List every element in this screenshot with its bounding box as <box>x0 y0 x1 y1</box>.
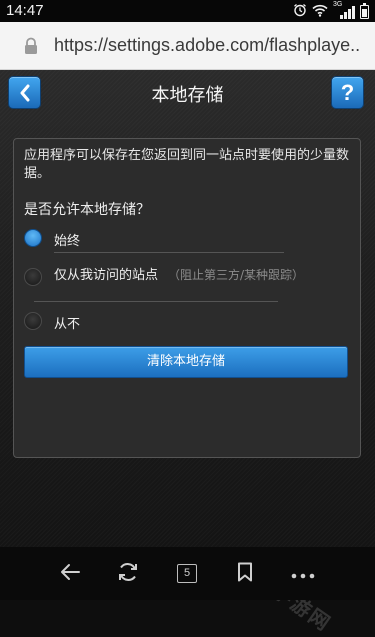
radio-visited-sites[interactable] <box>24 268 42 286</box>
clock: 14:47 <box>6 2 44 19</box>
option-always-label: 始终 <box>54 234 81 249</box>
browser-toolbar: 5 <box>0 547 375 600</box>
back-arrow-icon <box>59 563 81 585</box>
status-bar: 14:47 3G <box>0 0 375 22</box>
bookmark-button[interactable] <box>215 547 275 600</box>
page-title: 本地存储 <box>151 85 224 106</box>
bookmark-icon <box>237 562 253 586</box>
wifi-icon <box>312 4 328 21</box>
lock-icon <box>22 37 40 55</box>
option-visited-sites-note: （阻止第三方/某种跟踪） <box>168 268 305 282</box>
tabs-button[interactable]: 5 <box>157 547 217 600</box>
app-header: 本地存储 ? <box>0 70 375 116</box>
help-button[interactable]: ? <box>331 76 364 109</box>
address-bar[interactable]: https://settings.adobe.com/flashplaye.. <box>0 22 375 70</box>
storage-description: 应用程序可以保存在您返回到同一站点时要使用的少量数据。 <box>24 148 350 181</box>
divider <box>54 252 284 253</box>
refresh-button[interactable] <box>98 547 158 600</box>
more-icon <box>291 564 315 583</box>
option-visited-sites-label: 仅从我访问的站点 <box>54 268 159 283</box>
divider <box>34 301 278 302</box>
alarm-icon <box>293 3 307 21</box>
battery-icon <box>360 3 369 19</box>
tabs-icon: 5 <box>177 564 197 583</box>
menu-button[interactable] <box>273 547 333 600</box>
option-never-label: 从不 <box>54 317 81 332</box>
radio-always[interactable] <box>24 229 42 247</box>
radio-never[interactable] <box>24 312 42 330</box>
signal-icon: 3G <box>333 1 355 19</box>
refresh-icon <box>116 560 140 588</box>
url-text[interactable]: https://settings.adobe.com/flashplaye.. <box>54 35 366 56</box>
flash-settings-app: 本地存储 ? 应用程序可以保存在您返回到同一站点时要使用的少量数据。 是否允许本… <box>0 70 375 636</box>
clear-local-storage-button[interactable]: 清除本地存储 <box>24 346 348 378</box>
local-storage-panel: 应用程序可以保存在您返回到同一站点时要使用的少量数据。 是否允许本地存储？ 始终… <box>13 138 361 458</box>
storage-question: 是否允许本地存储？ <box>24 202 150 218</box>
nav-back-button[interactable] <box>40 547 100 600</box>
